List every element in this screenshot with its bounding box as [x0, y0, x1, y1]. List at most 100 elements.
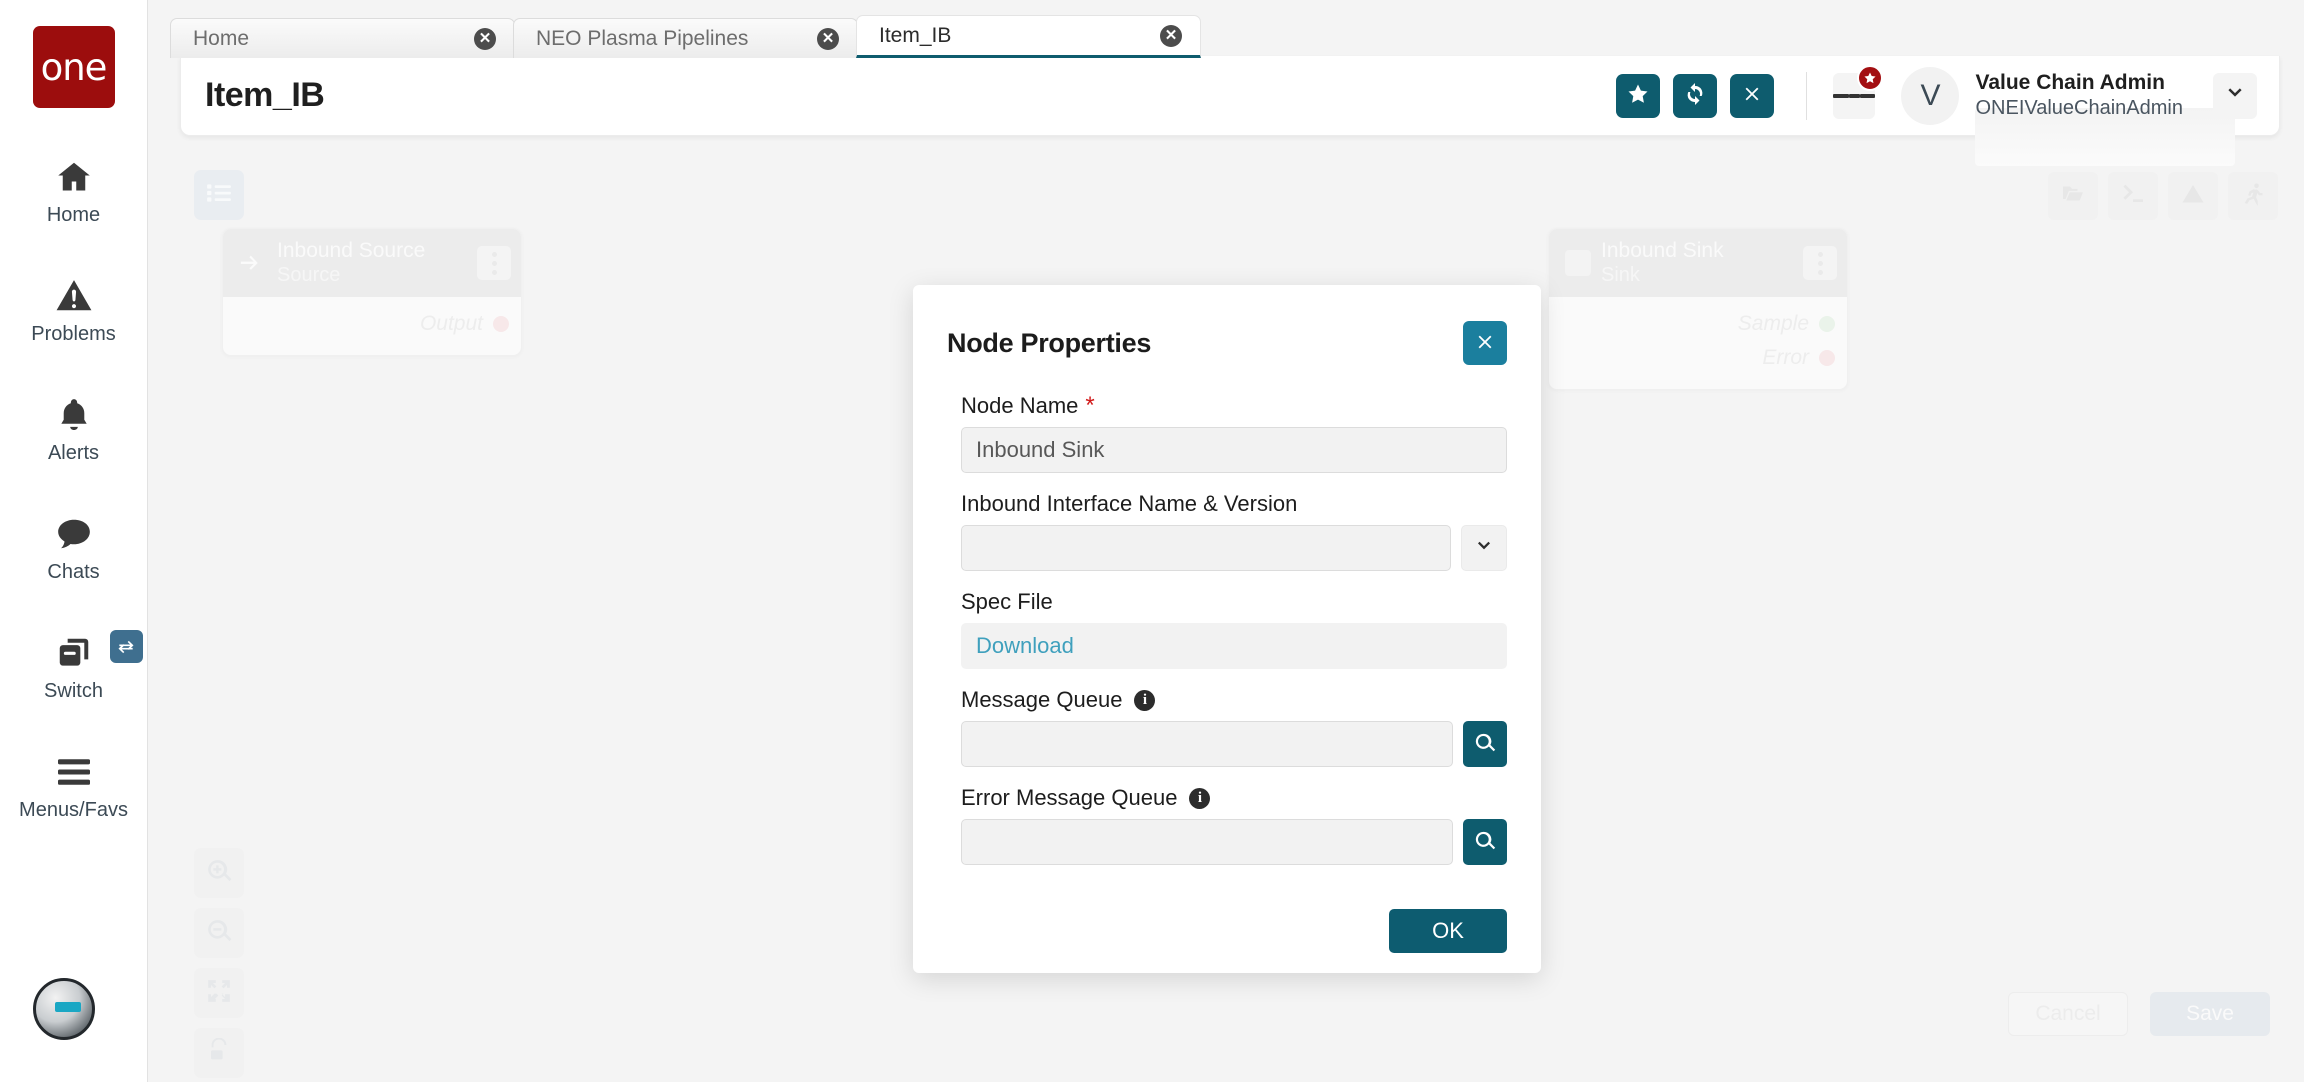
brand-logo[interactable]: one — [33, 26, 115, 108]
run-tool[interactable] — [2228, 172, 2278, 220]
node-titles: Inbound Source Source — [277, 239, 477, 286]
close-x-icon — [1474, 331, 1496, 356]
open-folder-tool[interactable] — [2048, 172, 2098, 220]
zoom-in-tool[interactable] — [194, 848, 244, 898]
field-message-queue: Message Queue i — [961, 687, 1507, 767]
node-header: Inbound Source Source — [223, 229, 521, 297]
node-inbound-sink[interactable]: Inbound Sink Sink Sample Error — [1548, 228, 1848, 390]
close-circle-icon[interactable]: ✕ — [817, 28, 839, 50]
node-port[interactable]: Output — [235, 307, 509, 341]
exchange-arrows-icon[interactable] — [110, 630, 143, 663]
node-titles: Inbound Sink Sink — [1601, 239, 1803, 286]
sidebar-item-label: Menus/Favs — [19, 799, 128, 822]
favorite-button[interactable] — [1616, 74, 1660, 118]
node-menu-icon[interactable] — [1803, 246, 1837, 280]
node-body: Sample Error — [1549, 297, 1847, 389]
terminal-icon — [2120, 182, 2146, 211]
search-icon — [1474, 830, 1496, 855]
header-divider — [1806, 72, 1807, 120]
canvas-top-right-tools — [2038, 172, 2278, 220]
tab-label: Home — [193, 27, 474, 51]
search-icon — [1474, 732, 1496, 757]
lock-tool[interactable] — [194, 1028, 244, 1078]
sidebar-item-alerts[interactable]: Alerts — [0, 392, 148, 465]
node-port[interactable]: Error — [1561, 341, 1835, 375]
star-badge-icon — [1857, 65, 1883, 91]
port-dot-icon — [493, 316, 509, 332]
close-circle-icon[interactable]: ✕ — [1160, 25, 1182, 47]
field-label-text: Error Message Queue — [961, 785, 1177, 811]
field-spec-file: Spec File Download — [961, 589, 1507, 669]
field-inbound-interface: Inbound Interface Name & Version — [961, 491, 1507, 571]
node-subtitle: Source — [277, 264, 477, 287]
sidebar-item-problems[interactable]: Problems — [0, 273, 148, 346]
close-button[interactable] — [1730, 74, 1774, 118]
node-port-label: Output — [420, 312, 483, 336]
message-queue-input[interactable] — [961, 721, 1453, 767]
menu-dot — [492, 252, 497, 257]
list-icon — [206, 182, 232, 209]
robot-assistant-avatar[interactable] — [33, 978, 95, 1040]
switch-windows-icon — [52, 630, 96, 676]
inbound-interface-dropdown-button[interactable] — [1461, 525, 1507, 571]
node-inbound-source[interactable]: Inbound Source Source Output — [222, 228, 522, 356]
user-dropdown-button[interactable] — [2213, 73, 2257, 119]
sidebar-item-switch[interactable]: Switch — [0, 630, 148, 703]
cancel-button[interactable]: Cancel — [2008, 992, 2128, 1036]
avatar[interactable]: V — [1901, 67, 1959, 125]
tab-strip: Home ✕ NEO Plasma Pipelines ✕ Item_IB ✕ — [170, 16, 1199, 58]
home-icon — [53, 154, 95, 200]
info-icon[interactable]: i — [1189, 788, 1210, 809]
alerts-tool[interactable] — [2168, 172, 2218, 220]
list-view-tool[interactable] — [194, 170, 244, 220]
ok-button[interactable]: OK — [1389, 909, 1507, 953]
tab-home[interactable]: Home ✕ — [170, 18, 515, 58]
unlock-icon — [207, 1038, 231, 1069]
hamburger-menu-icon[interactable] — [1833, 73, 1875, 119]
zoom-out-tool[interactable] — [194, 908, 244, 958]
compress-arrows-icon — [206, 978, 232, 1009]
sidebar-item-menus-favs[interactable]: Menus/Favs — [0, 749, 148, 822]
dialog-header: Node Properties — [913, 285, 1541, 365]
sidebar-item-chats[interactable]: Chats — [0, 511, 148, 584]
node-title: Inbound Sink — [1601, 239, 1803, 263]
avatar-initial: V — [1920, 79, 1940, 113]
node-menu-icon[interactable] — [477, 246, 511, 280]
info-icon[interactable]: i — [1134, 690, 1155, 711]
error-message-queue-search-button[interactable] — [1463, 819, 1507, 865]
close-circle-icon[interactable]: ✕ — [474, 28, 496, 50]
tab-item-ib[interactable]: Item_IB ✕ — [856, 15, 1201, 58]
input-row — [961, 819, 1507, 865]
spec-file-box: Download — [961, 623, 1507, 669]
page-header: Item_IB V — [180, 56, 2280, 136]
node-port-label: Sample — [1738, 312, 1809, 336]
refresh-button[interactable] — [1673, 74, 1717, 118]
square-icon — [1565, 250, 1591, 276]
inbound-interface-input[interactable] — [961, 525, 1451, 571]
field-label-text: Node Name — [961, 393, 1078, 419]
sidebar-item-home[interactable]: Home — [0, 154, 148, 227]
error-message-queue-input[interactable] — [961, 819, 1453, 865]
brand-logo-text: one — [41, 49, 107, 86]
console-tool[interactable] — [2108, 172, 2158, 220]
dialog-footer: OK — [913, 883, 1541, 953]
chat-bubble-icon — [53, 511, 95, 557]
node-body: Output — [223, 297, 521, 355]
zoom-out-icon — [206, 918, 232, 949]
node-name-input[interactable]: Inbound Sink — [961, 427, 1507, 473]
sidebar-item-label: Home — [47, 204, 100, 227]
menu-dot — [1818, 261, 1823, 266]
dialog-close-button[interactable] — [1463, 321, 1507, 365]
user-info: Value Chain Admin ONEIValueChainAdmin — [1975, 70, 2183, 121]
close-x-icon — [1741, 83, 1763, 108]
message-queue-search-button[interactable] — [1463, 721, 1507, 767]
node-port[interactable]: Sample — [1561, 307, 1835, 341]
node-port-label: Error — [1762, 346, 1809, 370]
refresh-icon — [1683, 82, 1707, 109]
tab-neo-plasma-pipelines[interactable]: NEO Plasma Pipelines ✕ — [513, 18, 858, 58]
save-button[interactable]: Save — [2150, 992, 2270, 1036]
robot-visor-icon — [55, 1002, 81, 1012]
spec-file-download-link[interactable]: Download — [976, 633, 1074, 659]
fit-to-screen-tool[interactable] — [194, 968, 244, 1018]
sidebar-item-label: Alerts — [48, 442, 99, 465]
